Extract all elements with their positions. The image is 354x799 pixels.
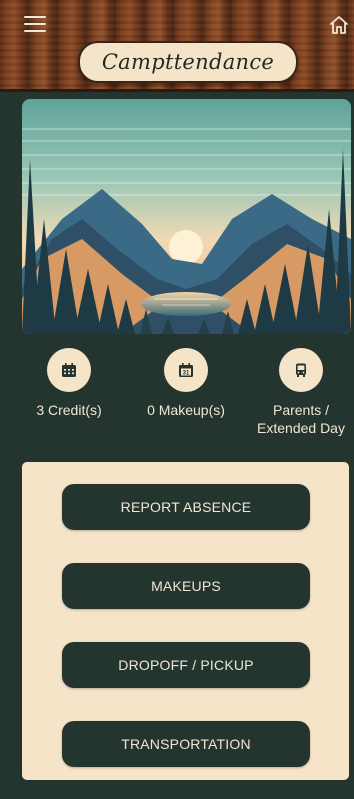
makeups-stat: 31 0 Makeup(s) — [133, 348, 239, 419]
app-title: Campttendance — [101, 50, 275, 74]
parents-label-line2: Extended Day — [257, 420, 345, 436]
svg-text:31: 31 — [183, 371, 190, 377]
app-header: Campttendance — [0, 0, 354, 92]
makeups-label: 0 Makeup(s) — [147, 402, 225, 418]
app-title-badge: Campttendance — [78, 41, 298, 83]
home-icon[interactable] — [328, 14, 350, 36]
parents-label-line1: Parents / — [272, 402, 330, 418]
dropoff-pickup-button[interactable]: DROPOFF / PICKUP — [62, 642, 310, 688]
hamburger-menu-icon[interactable] — [24, 16, 46, 32]
calendar-grid-icon — [47, 348, 91, 392]
makeups-button[interactable]: MAKEUPS — [62, 563, 310, 609]
parents-extended-day-stat[interactable]: Parents / Extended Day — [248, 348, 354, 437]
hero-landscape-image — [22, 99, 351, 334]
calendar-31-icon: 31 — [164, 348, 208, 392]
transportation-button[interactable]: TRANSPORTATION — [62, 721, 310, 767]
actions-panel: REPORT ABSENCE MAKEUPS DROPOFF / PICKUP … — [22, 462, 349, 780]
bus-icon[interactable] — [279, 348, 323, 392]
credits-label: 3 Credit(s) — [36, 402, 102, 418]
parents-extended-day-label: Parents / Extended Day — [248, 401, 354, 437]
report-absence-button[interactable]: REPORT ABSENCE — [62, 484, 310, 530]
credits-stat: 3 Credit(s) — [16, 348, 122, 419]
